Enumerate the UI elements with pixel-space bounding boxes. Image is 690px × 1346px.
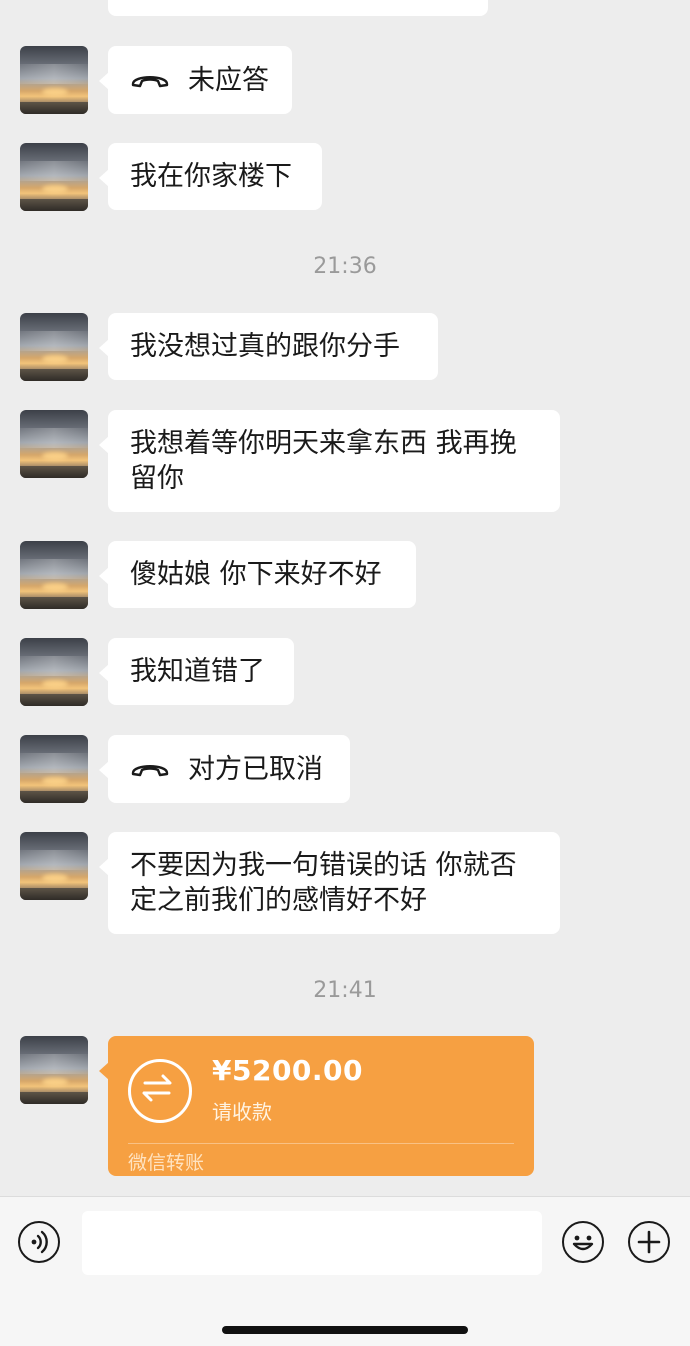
transfer-status: 请收款 — [212, 1100, 272, 1124]
call-record-bubble[interactable]: 未应答 — [99, 46, 292, 114]
plus-icon — [637, 1230, 660, 1253]
avatar[interactable] — [20, 143, 88, 211]
avatar[interactable] — [20, 313, 88, 381]
message-bubble[interactable]: 我在你家楼下 — [99, 143, 322, 210]
avatar[interactable] — [20, 832, 88, 900]
avatar[interactable] — [20, 46, 88, 114]
transfer-footer: 微信转账 — [128, 1152, 205, 1174]
transfer-icon — [128, 1059, 192, 1123]
message-bubble[interactable]: 我想着等你明天来拿东西 我再挽留你 — [99, 410, 560, 512]
transfer-amount: ¥5200.00 — [212, 1054, 364, 1087]
timestamp: 21:36 — [313, 254, 377, 279]
avatar[interactable] — [20, 541, 88, 609]
message-text: 不要因为我一句错误的话 你就否定之前我们的感情好不好 — [130, 850, 517, 916]
message-text: 我没想过真的跟你分手 — [130, 331, 400, 362]
message-text: 我在你家楼下 — [130, 161, 292, 192]
message-text: 我知道错了 — [130, 656, 265, 687]
transfer-card[interactable]: ¥5200.00 请收款 微信转账 — [99, 1036, 534, 1176]
message-input[interactable] — [82, 1211, 542, 1275]
input-toolbar — [0, 1196, 690, 1346]
avatar[interactable] — [20, 638, 88, 706]
avatar[interactable] — [20, 735, 88, 803]
message-bubble[interactable]: 我没想过真的跟你分手 — [99, 313, 438, 380]
avatar[interactable] — [20, 1036, 88, 1104]
home-indicator[interactable] — [222, 1326, 468, 1334]
emoji-icon — [572, 1235, 593, 1250]
plus-button[interactable] — [628, 1221, 670, 1263]
message-bubble[interactable]: 不要因为我一句错误的话 你就否定之前我们的感情好不好 — [99, 832, 560, 934]
timestamp: 21:41 — [313, 978, 377, 1003]
chat-area: 未应答 我在你家楼下 21:36 我没想过真的跟你分手 我想着等你明天来拿东西 … — [0, 0, 690, 1196]
message-bubble[interactable]: 傻姑娘 你下来好不好 — [99, 541, 416, 608]
message-text: 傻姑娘 你下来好不好 — [130, 559, 382, 590]
avatar[interactable] — [20, 410, 88, 478]
phone-hangup-icon — [131, 76, 169, 88]
message-text: 我想着等你明天来拿东西 我再挽留你 — [130, 428, 517, 494]
call-status-text: 对方已取消 — [188, 753, 323, 785]
divider — [128, 1143, 514, 1144]
call-status-text: 未应答 — [188, 64, 269, 96]
voice-icon — [31, 1230, 48, 1253]
call-record-bubble[interactable]: 对方已取消 — [99, 735, 350, 803]
voice-button[interactable] — [18, 1221, 60, 1263]
message-bubble[interactable]: 我知道错了 — [99, 638, 294, 705]
emoji-button[interactable] — [562, 1221, 604, 1263]
phone-hangup-icon — [131, 765, 169, 777]
previous-message-bubble[interactable] — [108, 0, 488, 16]
